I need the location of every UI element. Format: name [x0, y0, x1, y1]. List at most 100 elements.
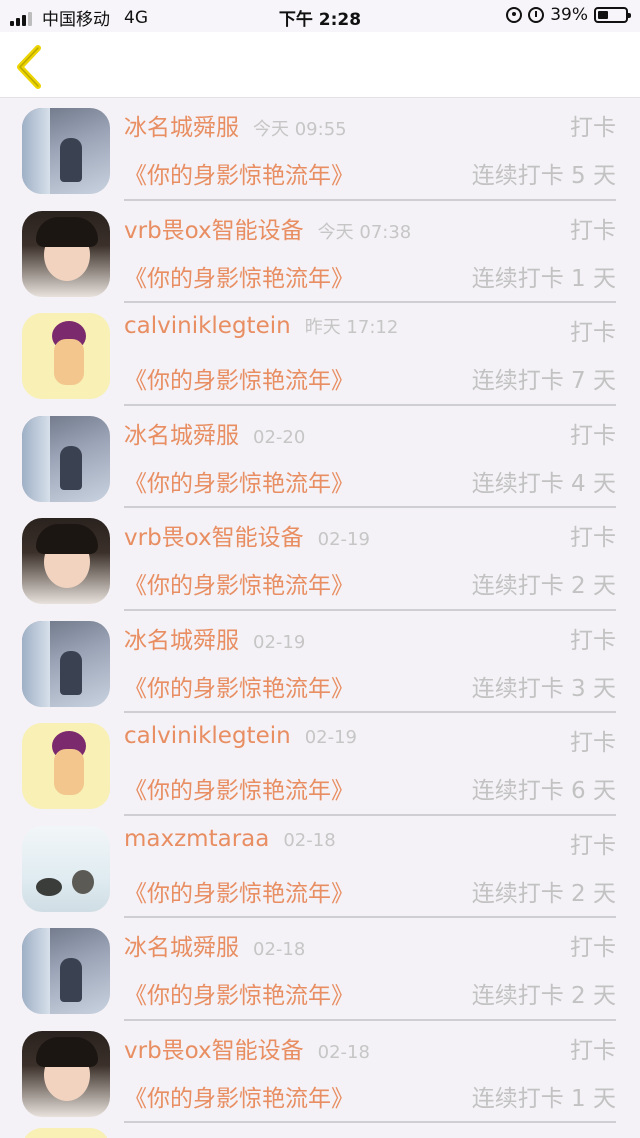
book-title[interactable]: 《你的身影惊艳流年》 [124, 1079, 354, 1113]
username-text[interactable]: 冰名城舜服 [124, 423, 239, 449]
username-text[interactable]: calviniklegtein [124, 313, 291, 339]
username[interactable]: maxzmtaraa 02-18 [124, 826, 336, 852]
username[interactable]: vrb畏ox智能设备 今天 07:38 [124, 211, 411, 245]
username-text[interactable]: calviniklegtein [124, 723, 291, 749]
username[interactable]: 冰名城舜服 02-19 [124, 621, 305, 655]
checkin-label: 打卡 [570, 422, 616, 449]
post-time: 02-19 [304, 727, 358, 748]
username-text[interactable]: vrb畏ox智能设备 [124, 218, 304, 244]
username-text[interactable]: vrb畏ox智能设备 [124, 525, 304, 551]
list-item-header: 冰名城舜服 02-19 打卡 [124, 621, 616, 655]
avatar[interactable] [22, 723, 110, 809]
book-title[interactable]: 《你的身影惊艳流年》 [124, 156, 354, 190]
book-title[interactable]: 《你的身影惊艳流年》 [124, 976, 354, 1010]
avatar[interactable] [22, 518, 110, 604]
streak-count: 连续打卡 1 天 [471, 265, 616, 292]
list-item-content[interactable]: calviniklegtein 昨天 17:12 打卡《你的身影惊艳流年》 连续打卡 … [124, 303, 616, 406]
avatar[interactable] [22, 210, 110, 297]
avatar[interactable] [22, 1030, 110, 1117]
username[interactable]: calviniklegtein 02-19 [124, 723, 357, 749]
checkin-label: 打卡 [570, 627, 616, 654]
checkin-label: 打卡 [570, 730, 616, 756]
username-text[interactable]: 冰名城舜服 [124, 935, 239, 961]
streak-count: 连续打卡 2 天 [471, 880, 616, 907]
checkin-label: 打卡 [570, 320, 616, 346]
avatar[interactable] [22, 825, 110, 912]
list-item[interactable]: calviniklegtein 02-19 打卡《你的身影惊艳流年》 连续打卡 6 天 [0, 713, 640, 816]
list-item-content[interactable]: vrb畏ox智能设备 02-18 打卡 《你的身影惊艳流年》 连续打卡 1 天 [124, 1021, 616, 1123]
username[interactable]: vrb畏ox智能设备 02-18 [124, 1031, 370, 1065]
checkin-label: 打卡 [570, 832, 616, 859]
list-item-header: calviniklegtein 昨天 17:12 打卡 [124, 313, 616, 347]
book-title[interactable]: 《你的身影惊艳流年》 [124, 566, 354, 600]
checkin-label: 打卡 [570, 1037, 616, 1064]
username[interactable]: 冰名城舜服 02-20 [124, 416, 305, 450]
list-item-content[interactable]: maxzmtaraa 02-18 打卡《你的身影惊艳流年》 连续打卡 2 天 [124, 816, 616, 918]
book-title[interactable]: 《你的身影惊艳流年》 [124, 259, 354, 293]
list-item-footer: 《你的身影惊艳流年》 连续打卡 1 天 [124, 259, 616, 293]
post-time: 02-19 [253, 631, 306, 653]
avatar[interactable] [22, 415, 110, 502]
battery-level [598, 11, 609, 19]
list-item-content[interactable]: 冰名城舜服 02-18 打卡 《你的身影惊艳流年》 连续打卡 2 天 [124, 918, 616, 1021]
status-bar: 中国移动 4G 下午 2:28 39% [0, 0, 640, 32]
list-item[interactable]: vrb畏ox智能设备 02-19 打卡 《你的身影惊艳流年》 连续打卡 2 天 [0, 508, 640, 611]
list-item-content[interactable]: vrb畏ox智能设备 今天 07:38 打卡《你的身影惊艳流年》 连续打卡 1 天 [124, 201, 616, 303]
list-item-footer: 《你的身影惊艳流年》 连续打卡 7 天 [124, 361, 616, 395]
username[interactable]: 冰名城舜服 02-18 [124, 928, 305, 962]
list-item-footer: 《你的身影惊艳流年》 连续打卡 4 天 [124, 464, 616, 498]
battery-icon [594, 7, 631, 23]
avatar [22, 1128, 110, 1138]
checkin-label: 打卡 [570, 217, 616, 244]
post-time: 02-18 [283, 829, 336, 851]
list-item[interactable]: calviniklegtein 昨天 17:12 打卡《你的身影惊艳流年》 连续打卡 … [0, 303, 640, 406]
back-button[interactable] [6, 40, 56, 90]
book-title[interactable]: 《你的身影惊艳流年》 [124, 771, 354, 805]
username-text[interactable]: vrb畏ox智能设备 [124, 1038, 304, 1064]
post-time: 02-20 [253, 426, 306, 448]
username-text[interactable]: 冰名城舜服 [124, 115, 239, 141]
streak-count: 连续打卡 3 天 [471, 675, 616, 702]
list-item[interactable]: maxzmtaraa 02-18 打卡《你的身影惊艳流年》 连续打卡 2 天 [0, 816, 640, 918]
list-item-header: 冰名城舜服 02-20 打卡 [124, 416, 616, 450]
avatar[interactable] [22, 928, 110, 1014]
checkin-label: 打卡 [570, 115, 616, 141]
streak-count: 连续打卡 4 天 [471, 470, 616, 497]
book-title[interactable]: 《你的身影惊艳流年》 [124, 361, 354, 395]
post-time: 昨天 17:12 [304, 317, 399, 338]
username[interactable]: vrb畏ox智能设备 02-19 [124, 518, 370, 552]
list-item-header: vrb畏ox智能设备 02-19 打卡 [124, 518, 616, 552]
book-title[interactable]: 《你的身影惊艳流年》 [124, 669, 354, 703]
avatar[interactable] [22, 108, 110, 194]
chevron-left-icon [17, 45, 41, 89]
username[interactable]: calviniklegtein 昨天 17:12 [124, 313, 398, 339]
list-item-content[interactable]: calviniklegtein 02-19 打卡《你的身影惊艳流年》 连续打卡 6 天 [124, 713, 616, 816]
list-item-content[interactable]: vrb畏ox智能设备 02-19 打卡 《你的身影惊艳流年》 连续打卡 2 天 [124, 508, 616, 611]
list-item-header: vrb畏ox智能设备 今天 07:38 打卡 [124, 211, 616, 245]
avatar[interactable] [22, 313, 110, 399]
list-item-footer: 《你的身影惊艳流年》 连续打卡 6 天 [124, 771, 616, 805]
list-item-footer: 《你的身影惊艳流年》 连续打卡 2 天 [124, 566, 616, 600]
streak-count: 连续打卡 5 天 [471, 163, 616, 189]
list-item[interactable]: 冰名城舜服 02-18 打卡 《你的身影惊艳流年》 连续打卡 2 天 [0, 918, 640, 1021]
book-title[interactable]: 《你的身影惊艳流年》 [124, 874, 354, 908]
list-item[interactable]: vrb畏ox智能设备 02-18 打卡 《你的身影惊艳流年》 连续打卡 1 天 [0, 1021, 640, 1123]
streak-count: 连续打卡 2 天 [471, 573, 616, 599]
list-item-content[interactable]: 冰名城舜服 今天 09:55 打卡《你的身影惊艳流年》 连续打卡 5 天 [124, 98, 616, 201]
username-text[interactable]: maxzmtaraa [124, 826, 269, 852]
rotation-lock-icon [506, 7, 523, 23]
list-item[interactable]: 冰名城舜服 今天 09:55 打卡《你的身影惊艳流年》 连续打卡 5 天 [0, 98, 640, 201]
username[interactable]: 冰名城舜服 今天 09:55 [124, 108, 347, 142]
checkin-list[interactable]: 冰名城舜服 今天 09:55 打卡 《你的身影惊艳流年》 连续打卡 5 天 vrb畏ox智… [0, 98, 640, 1123]
avatar[interactable] [22, 620, 110, 707]
list-item[interactable]: vrb畏ox智能设备 今天 07:38 打卡《你的身影惊艳流年》 连续打卡 1 天 [0, 201, 640, 303]
streak-count: 连续打卡 2 天 [471, 983, 616, 1009]
username-text[interactable]: 冰名城舜服 [124, 628, 239, 654]
list-item-content[interactable]: 冰名城舜服 02-19 打卡《你的身影惊艳流年》 连续打卡 3 天 [124, 611, 616, 713]
book-title[interactable]: 《你的身影惊艳流年》 [124, 464, 354, 498]
list-item[interactable]: 冰名城舜服 02-19 打卡《你的身影惊艳流年》 连续打卡 3 天 [0, 611, 640, 713]
post-time: 02-18 [317, 1041, 370, 1063]
streak-count: 连续打卡 6 天 [471, 778, 616, 804]
list-item-content[interactable]: 冰名城舜服 02-20 打卡《你的身影惊艳流年》 连续打卡 4 天 [124, 406, 616, 508]
list-item[interactable]: 冰名城舜服 02-20 打卡《你的身影惊艳流年》 连续打卡 4 天 [0, 406, 640, 508]
